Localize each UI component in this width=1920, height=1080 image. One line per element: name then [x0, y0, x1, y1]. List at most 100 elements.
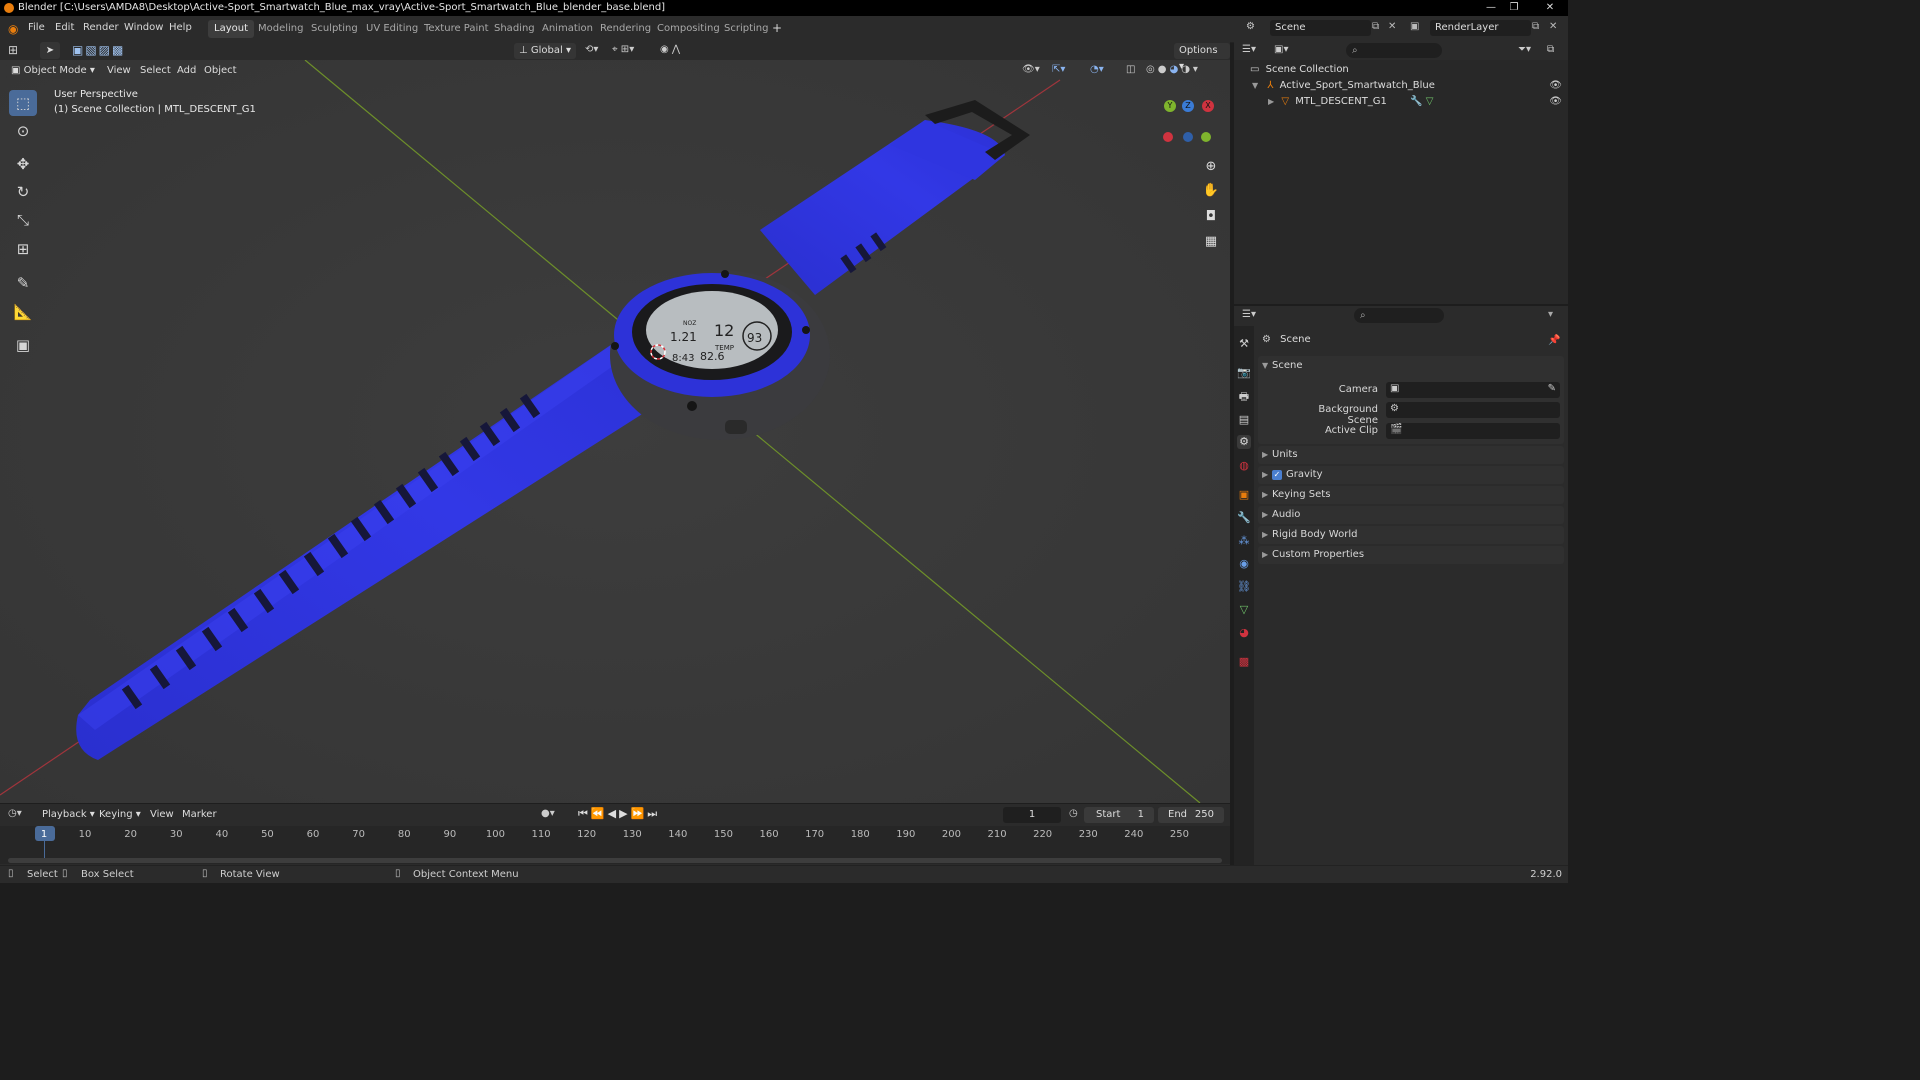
gizmo-neg-x[interactable] [1163, 132, 1173, 142]
display-mode-icon[interactable]: ▣▾ [1274, 44, 1288, 55]
pivot-point-icon[interactable]: ⟲▾ [585, 44, 598, 55]
timeline-menu-view[interactable]: View [150, 809, 174, 820]
outliner-row-scene-collection[interactable]: ▭ Scene Collection [1250, 64, 1349, 75]
preview-range-icon[interactable]: ◷ [1069, 808, 1078, 819]
timeline-menu-playback[interactable]: Playback ▾ [42, 809, 95, 820]
workspace-tab-compositing[interactable]: Compositing [651, 20, 726, 38]
properties-editor-type-icon[interactable]: ☰▾ [1242, 309, 1256, 320]
workspace-tab-sculpting[interactable]: Sculpting [305, 20, 364, 38]
menu-edit[interactable]: Edit [55, 22, 74, 33]
end-frame-field[interactable]: End 250 [1158, 807, 1224, 823]
tool-tab-icon[interactable]: ⚒ [1237, 337, 1251, 351]
play-icon[interactable]: ▶ [619, 807, 630, 820]
view-layer-icon[interactable]: ▣ [1410, 21, 1419, 32]
xray-toggle-icon[interactable]: ◫ [1126, 64, 1135, 75]
move-tool-icon[interactable]: ✥ [9, 151, 37, 177]
scene-icon[interactable]: ⚙ [1246, 21, 1255, 32]
next-keyframe-icon[interactable]: ⏩ [631, 807, 648, 820]
viewport-menu-object[interactable]: Object [204, 65, 237, 76]
close-button[interactable]: ✕ [1535, 0, 1565, 16]
shading-mode-icons[interactable]: ◎●◕◑▾ [1146, 64, 1201, 75]
new-collection-icon[interactable]: ⧉ [1547, 44, 1554, 55]
view-layer-field[interactable]: RenderLayer [1430, 20, 1531, 36]
render-tab-icon[interactable]: 📷 [1237, 366, 1251, 380]
camera-view-icon[interactable]: ◘ [1200, 206, 1222, 228]
workspace-tab-texture-paint[interactable]: Texture Paint [418, 20, 495, 38]
material-preview-icon[interactable]: ◕ [1169, 64, 1181, 75]
blender-menu-icon[interactable]: ◉ [8, 22, 18, 36]
expand-arrow-icon[interactable]: ▼ [1252, 81, 1258, 90]
outliner-editor-type-icon[interactable]: ☰▾ [1242, 44, 1256, 55]
gravity-section-header[interactable]: ▶ ✓ Gravity [1262, 469, 1323, 480]
add-workspace-button[interactable]: + [772, 21, 782, 35]
navigation-gizmo[interactable]: Y Z X [1160, 96, 1220, 146]
camera-field[interactable]: ▣ ✎ [1386, 382, 1560, 398]
data-tab-icon[interactable]: ▽ [1237, 603, 1251, 617]
background-scene-field[interactable]: ⚙ [1386, 402, 1560, 418]
workspace-tab-uv-editing[interactable]: UV Editing [360, 20, 424, 38]
prev-keyframe-icon[interactable]: ⏪ [591, 807, 608, 820]
timeline-menu-keying[interactable]: Keying ▾ [99, 809, 141, 820]
viewport-menu-view[interactable]: View [107, 65, 131, 76]
gizmo-neg-z[interactable] [1183, 132, 1193, 142]
properties-search-input[interactable]: ⌕ [1354, 308, 1444, 323]
properties-options-icon[interactable]: ▾ [1548, 309, 1553, 320]
workspace-tab-modeling[interactable]: Modeling [252, 20, 310, 38]
menu-help[interactable]: Help [169, 22, 192, 33]
modifier-wrench-icon[interactable]: 🔧 [1410, 96, 1422, 107]
filter-icon[interactable]: ⏷▾ [1518, 44, 1531, 55]
viewport-menu-select[interactable]: Select [140, 65, 171, 76]
start-frame-field[interactable]: Start 1 [1084, 807, 1154, 823]
view-layer-tab-icon[interactable]: ▤ [1237, 413, 1251, 427]
visibility-eye-icon[interactable]: 👁 [1549, 80, 1562, 91]
pan-hand-icon[interactable]: ✋ [1200, 180, 1222, 202]
timeline-scrollbar[interactable] [8, 858, 1222, 863]
playback-controls[interactable]: ⏮⏪◀▶⏩⏭ [578, 807, 660, 821]
new-scene-icon[interactable]: ⧉ [1372, 21, 1379, 32]
workspace-tab-scripting[interactable]: Scripting [718, 20, 774, 38]
workspace-tab-shading[interactable]: Shading [488, 20, 541, 38]
physics-tab-icon[interactable]: ◉ [1237, 557, 1251, 571]
visibility-eye-icon[interactable]: 👁 [1549, 96, 1562, 107]
gizmo-y-axis[interactable]: Y [1164, 100, 1176, 112]
current-frame-field[interactable]: 1 [1003, 807, 1061, 823]
texture-tab-icon[interactable]: ▩ [1237, 655, 1251, 669]
rotate-tool-icon[interactable]: ↻ [9, 179, 37, 205]
measure-tool-icon[interactable]: 📐 [9, 299, 37, 325]
menu-file[interactable]: File [28, 22, 45, 33]
perspective-grid-icon[interactable]: ▦ [1200, 231, 1222, 253]
object-tab-icon[interactable]: ▣ [1237, 488, 1251, 502]
zoom-icon[interactable]: ⊕ [1200, 156, 1222, 178]
scene-name-field[interactable]: Scene [1270, 20, 1371, 36]
jump-end-icon[interactable]: ⏭ [647, 807, 660, 820]
jump-start-icon[interactable]: ⏮ [578, 807, 591, 820]
maximize-button[interactable]: ❐ [1503, 0, 1525, 16]
workspace-tab-layout[interactable]: Layout [208, 20, 254, 38]
workspace-tab-animation[interactable]: Animation [536, 20, 599, 38]
units-section-header[interactable]: ▶ Units [1262, 449, 1298, 460]
timeline-menu-marker[interactable]: Marker [182, 809, 217, 820]
audio-section-header[interactable]: ▶ Audio [1262, 509, 1300, 520]
pin-icon[interactable]: 📌 [1548, 335, 1560, 346]
constraints-tab-icon[interactable]: ⛓ [1237, 580, 1251, 594]
viewport-menu-add[interactable]: Add [177, 65, 196, 76]
timeline-editor-type-icon[interactable]: ◷▾ [8, 808, 22, 819]
gravity-checkbox[interactable]: ✓ [1272, 470, 1282, 480]
output-tab-icon[interactable]: 🖶 [1237, 390, 1251, 404]
selection-mode-icons[interactable]: ▣▧▨▩ [72, 43, 125, 57]
outliner-search-input[interactable]: ⌕ [1346, 43, 1442, 58]
outliner-row-collection[interactable]: ▼ ⅄ Active_Sport_Smartwatch_Blue 👁 [1252, 80, 1566, 91]
gizmo-neg-y[interactable] [1201, 132, 1211, 142]
overlay-toggle-icon[interactable]: ◔▾ [1090, 64, 1104, 75]
scene-tab-icon[interactable]: ⚙ [1237, 435, 1251, 449]
menu-render[interactable]: Render [83, 22, 119, 33]
select-box-tool-icon[interactable]: ⬚ [9, 90, 37, 116]
particles-tab-icon[interactable]: ⁂ [1237, 534, 1251, 548]
auto-keying-icon[interactable]: ●▾ [541, 808, 555, 819]
new-view-layer-icon[interactable]: ⧉ [1532, 21, 1539, 32]
world-tab-icon[interactable]: ◍ [1237, 459, 1251, 473]
modifiers-tab-icon[interactable]: 🔧 [1237, 511, 1251, 525]
eyedropper-icon[interactable]: ✎ [1548, 383, 1556, 394]
object-mode-dropdown[interactable]: ▣ Object Mode ▾ [6, 63, 100, 79]
active-clip-field[interactable]: 🎬 [1386, 423, 1560, 439]
